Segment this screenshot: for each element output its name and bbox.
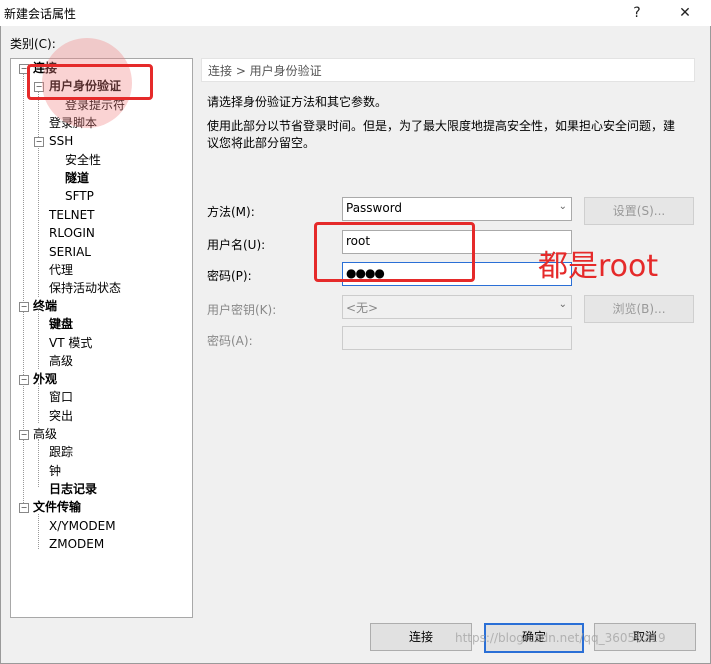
tree-item-ssh[interactable]: SSH — [49, 132, 73, 150]
settings-button[interactable]: 设置(S)... — [584, 197, 694, 225]
breadcrumb: 连接 > 用户身份验证 — [201, 58, 695, 82]
description-line-3: 议您将此部分留空。 — [207, 136, 316, 150]
category-tree: − 连接 − 用户身份验证 登录提示符 登录脚本 − SSH 安全性 隧道 SF… — [10, 58, 193, 618]
passphrase-field[interactable] — [342, 326, 572, 350]
tree-item-terminal[interactable]: 终端 — [33, 297, 57, 315]
tree-item-tunnel[interactable]: 隧道 — [65, 169, 89, 187]
tree-item-advanced[interactable]: 高级 — [33, 425, 57, 443]
collapse-icon[interactable]: − — [19, 503, 29, 513]
method-value: Password — [346, 201, 403, 215]
description-line-1: 请选择身份验证方法和其它参数。 — [207, 95, 388, 109]
passphrase-label: 密码(A): — [207, 334, 253, 348]
tree-item-bell[interactable]: 钟 — [49, 462, 61, 480]
tree-item-serial[interactable]: SERIAL — [49, 243, 91, 261]
collapse-icon[interactable]: − — [19, 302, 29, 312]
tree-item-keepalive[interactable]: 保持活动状态 — [49, 279, 121, 297]
breadcrumb-text: 连接 > 用户身份验证 — [208, 64, 322, 78]
password-label: 密码(P): — [207, 269, 252, 283]
chevron-down-icon: ⌄ — [558, 201, 567, 212]
tree-item-appearance[interactable]: 外观 — [33, 370, 57, 388]
tree-item-telnet[interactable]: TELNET — [49, 206, 95, 224]
highlight-box-auth — [27, 64, 153, 100]
title-bar: 新建会话属性 ? ✕ — [0, 0, 711, 26]
collapse-icon[interactable]: − — [19, 375, 29, 385]
tree-item-xymodem[interactable]: X/YMODEM — [49, 517, 116, 535]
close-button[interactable]: ✕ — [670, 3, 700, 23]
category-label: 类别(C): — [10, 37, 56, 51]
tree-item-logging[interactable]: 日志记录 — [49, 480, 97, 498]
browse-button[interactable]: 浏览(B)... — [584, 295, 694, 323]
tree-item-vt-mode[interactable]: VT 模式 — [49, 334, 92, 352]
highlight-box-credentials — [314, 222, 475, 282]
window-title: 新建会话属性 — [4, 7, 77, 21]
collapse-icon[interactable]: − — [19, 430, 29, 440]
help-button[interactable]: ? — [622, 3, 652, 23]
chevron-down-icon: ⌄ — [558, 299, 567, 310]
annotation-text: 都是root — [538, 249, 659, 284]
tree-item-security[interactable]: 安全性 — [65, 151, 101, 169]
userkey-value: <无> — [346, 301, 379, 315]
watermark: https://blog.csdn.net/qq_36056219 — [455, 631, 666, 645]
tree-item-sftp[interactable]: SFTP — [65, 187, 94, 205]
tree-item-window[interactable]: 窗口 — [49, 388, 73, 406]
method-select[interactable]: Password ⌄ — [342, 197, 572, 221]
tree-item-highlight[interactable]: 突出 — [49, 407, 73, 425]
description-line-2: 使用此部分以节省登录时间。但是，为了最大限度地提高安全性，如果担心安全问题，建 — [207, 119, 676, 133]
tree-item-keyboard[interactable]: 键盘 — [49, 315, 73, 333]
tree-item-file-transfer[interactable]: 文件传输 — [33, 498, 81, 516]
tree-item-proxy[interactable]: 代理 — [49, 261, 73, 279]
tree-item-trace[interactable]: 跟踪 — [49, 443, 73, 461]
tree-item-rlogin[interactable]: RLOGIN — [49, 224, 95, 242]
method-label: 方法(M): — [207, 205, 255, 219]
username-label: 用户名(U): — [207, 238, 266, 252]
userkey-label: 用户密钥(K): — [207, 303, 277, 317]
tree-item-advanced-terminal[interactable]: 高级 — [49, 352, 73, 370]
tree-item-zmodem[interactable]: ZMODEM — [49, 535, 104, 553]
userkey-select[interactable]: <无> ⌄ — [342, 295, 572, 319]
collapse-icon[interactable]: − — [34, 137, 44, 147]
